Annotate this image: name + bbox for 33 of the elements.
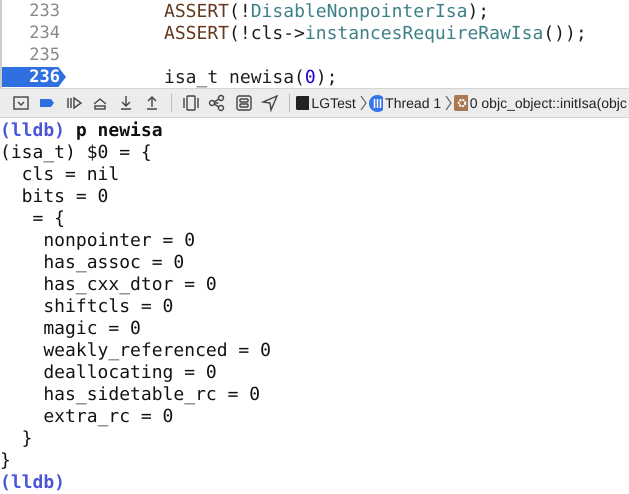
console-output: deallocating = 0 xyxy=(42,362,217,383)
console-output: } xyxy=(20,428,33,449)
lldb-prompt: (lldb) xyxy=(0,472,66,493)
console-output: has_cxx_dtor = 0 xyxy=(42,274,217,295)
current-line-number: 236 xyxy=(2,67,66,87)
console-output: shiftcls = 0 xyxy=(42,296,174,317)
console-output: = { xyxy=(32,208,66,229)
code-line: isa_t newisa(0); xyxy=(164,66,338,88)
chevron-icon xyxy=(360,95,367,111)
lldb-prompt: (lldb) xyxy=(0,120,66,141)
breadcrumb[interactable]: 0 objc_object::initIsa(objc xyxy=(468,95,629,111)
code-line: ASSERT(!cls->instancesRequireRawIsa()); xyxy=(164,22,587,44)
console-output: has_assoc = 0 xyxy=(42,252,184,273)
console-output: } xyxy=(0,450,11,471)
line-number: 235 xyxy=(28,45,61,65)
line-number: 233 xyxy=(28,1,61,21)
terminal-icon xyxy=(296,96,310,110)
chevron-icon xyxy=(445,95,452,111)
console-output: (isa_t) $0 = { xyxy=(0,142,152,163)
console-output: nonpointer = 0 xyxy=(42,230,196,251)
console-output: has_sidetable_rc = 0 xyxy=(42,384,260,405)
console-output: bits = 0 xyxy=(20,186,108,207)
console-command: p newisa xyxy=(76,120,163,141)
console-output: weakly_referenced = 0 xyxy=(42,340,271,361)
console-output: cls = nil xyxy=(20,164,120,185)
console-output: extra_rc = 0 xyxy=(42,406,174,427)
code-line: ASSERT(!DisableNonpointerIsa); xyxy=(164,0,490,22)
thread-icon xyxy=(368,94,384,112)
breadcrumb[interactable]: Thread 1 xyxy=(383,95,444,111)
line-number: 234 xyxy=(28,23,61,43)
breadcrumb[interactable]: LGTest xyxy=(309,95,358,111)
console-output: magic = 0 xyxy=(42,318,141,339)
gear-icon xyxy=(454,95,468,111)
